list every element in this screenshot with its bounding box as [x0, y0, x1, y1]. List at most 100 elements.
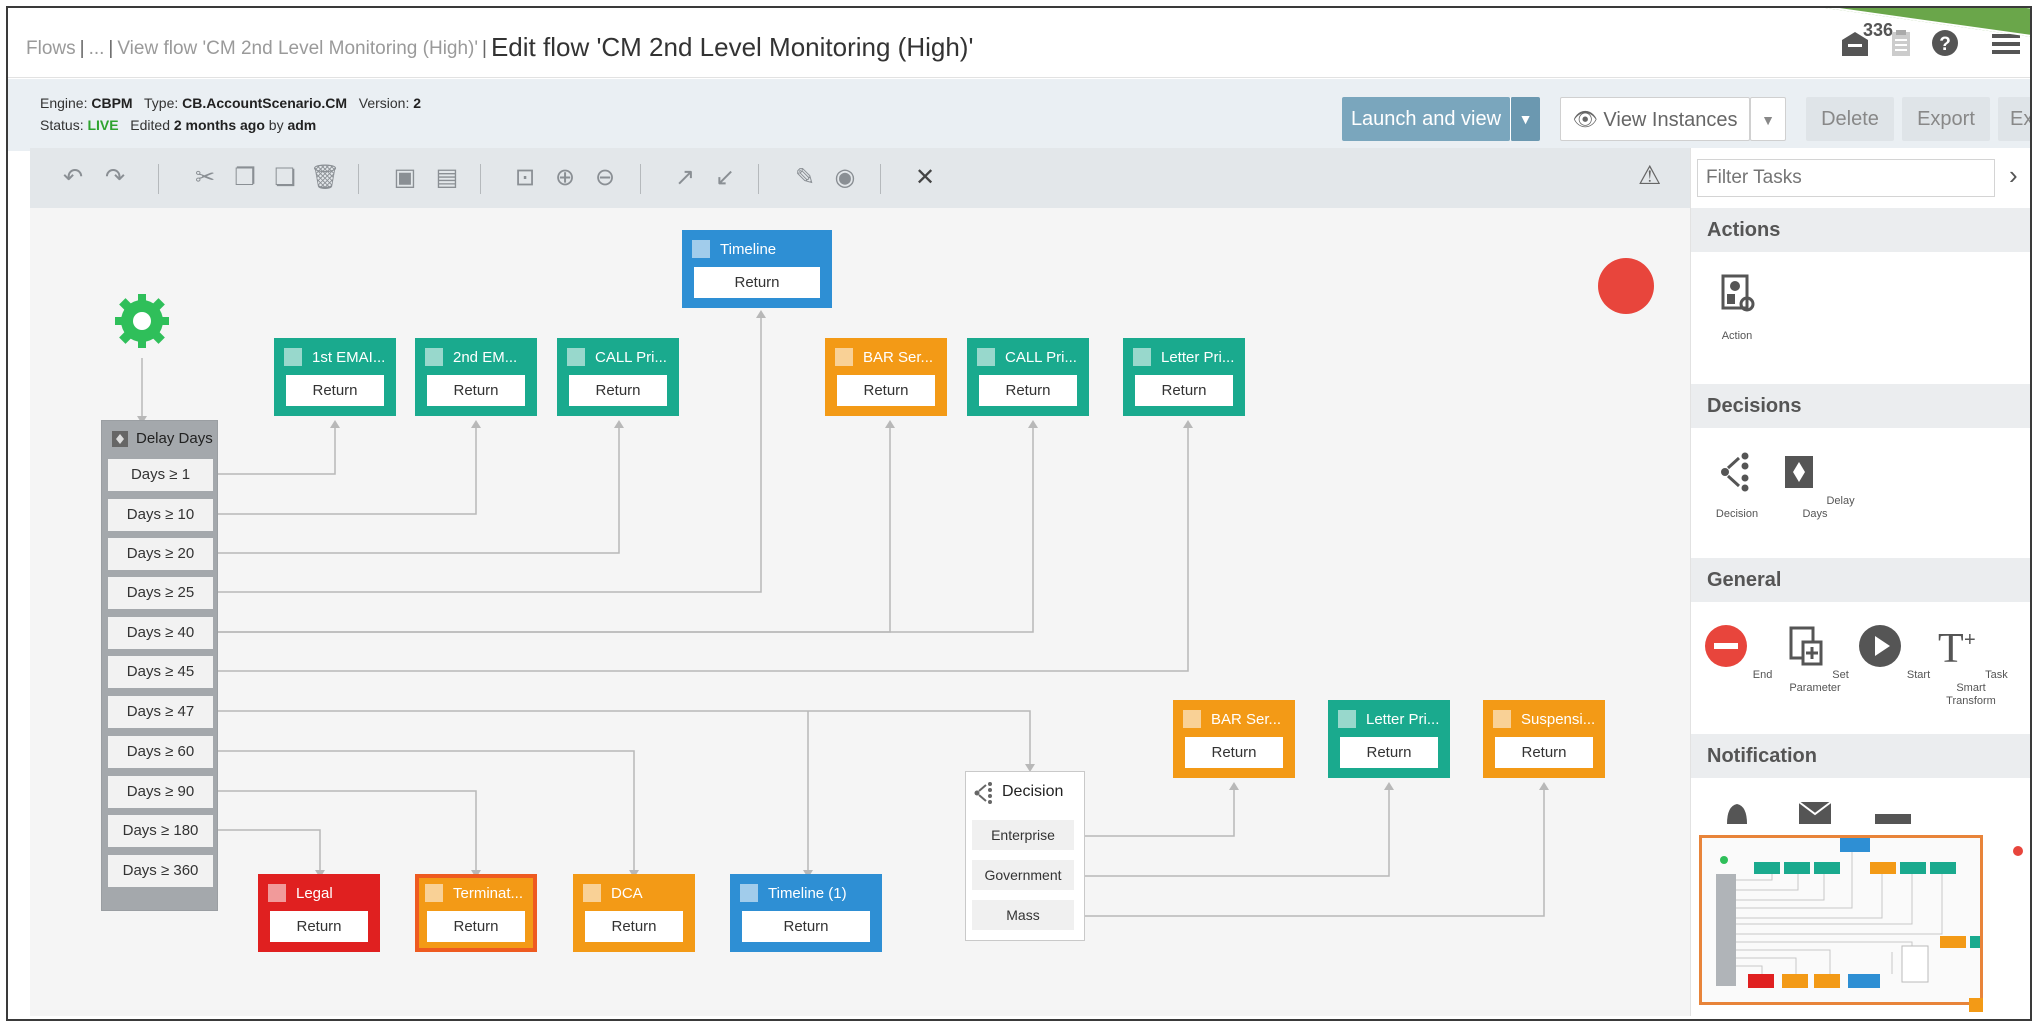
tools-icon[interactable]: ✕: [910, 161, 940, 195]
return-port[interactable]: Return: [569, 375, 667, 406]
warning-icon[interactable]: ⚠: [1638, 160, 1661, 191]
bar-service-1-node[interactable]: BAR Ser... Return: [825, 338, 947, 416]
redo-icon[interactable]: ↷: [100, 161, 130, 195]
flow-canvas[interactable]: Timeline Return 1st EMAI... Return 2nd E…: [30, 208, 1690, 1016]
node-title: Legal: [296, 885, 333, 902]
return-port[interactable]: Return: [270, 911, 368, 942]
return-port[interactable]: Return: [427, 375, 525, 406]
palette-item-notification-other[interactable]: [1853, 808, 1933, 824]
decision-node[interactable]: Decision Enterprise Government Mass: [965, 771, 1085, 941]
end-marker[interactable]: [1598, 258, 1654, 314]
palette-item-delay-days[interactable]: Delay Days: [1775, 448, 1855, 521]
palette-item-decision[interactable]: Decision: [1697, 448, 1777, 521]
duplicate-icon[interactable]: ▣: [390, 161, 420, 195]
palette-item-start[interactable]: Start: [1853, 622, 1933, 682]
palette-item-notification-email[interactable]: [1775, 794, 1855, 824]
delay-branch-days-10[interactable]: Days ≥ 10: [108, 499, 213, 531]
task-icon: [425, 348, 443, 366]
clipboard-icon[interactable]: [1884, 26, 1918, 60]
palette-item-set-parameter[interactable]: Set Parameter: [1775, 622, 1855, 695]
decision-branch-mass[interactable]: Mass: [972, 900, 1074, 930]
delay-branch-days-360[interactable]: Days ≥ 360: [108, 855, 213, 887]
paste-icon[interactable]: ❏: [270, 161, 300, 195]
launch-dropdown-button[interactable]: ▼: [1510, 97, 1540, 141]
email-1-node[interactable]: 1st EMAI... Return: [274, 338, 396, 416]
eye-icon: 👁: [1572, 109, 1598, 131]
call-1-node[interactable]: CALL Pri... Return: [557, 338, 679, 416]
open-external-icon[interactable]: ↗: [670, 161, 700, 195]
section-decisions[interactable]: Decisions: [1691, 384, 2030, 428]
decision-branch-enterprise[interactable]: Enterprise: [972, 820, 1074, 850]
filter-tasks-input[interactable]: [1697, 159, 1995, 197]
decision-branch-government[interactable]: Government: [972, 860, 1074, 890]
delay-branch-days-1[interactable]: Days ≥ 1: [108, 459, 213, 491]
email-2-node[interactable]: 2nd EM... Return: [415, 338, 537, 416]
timeline-node[interactable]: Timeline Return: [682, 230, 832, 308]
section-general[interactable]: General: [1691, 558, 2030, 602]
breadcrumb-view-flow-link[interactable]: View flow 'CM 2nd Level Monitoring (High…: [117, 38, 478, 59]
return-port[interactable]: Return: [1135, 375, 1233, 406]
breadcrumb-ellipsis-link[interactable]: ...: [89, 38, 105, 59]
undo-icon[interactable]: ↶: [58, 161, 88, 195]
letter-2-node[interactable]: Letter Pri... Return: [1328, 700, 1450, 778]
call-2-node[interactable]: CALL Pri... Return: [967, 338, 1089, 416]
return-port[interactable]: Return: [427, 911, 525, 942]
copy-icon[interactable]: ❐: [230, 161, 260, 195]
palette-item-action[interactable]: Action: [1697, 270, 1777, 343]
delay-branch-days-180[interactable]: Days ≥ 180: [108, 815, 213, 847]
chevron-right-icon[interactable]: ›: [2009, 160, 2018, 191]
dca-node[interactable]: DCA Return: [573, 874, 695, 952]
bar-service-2-node[interactable]: BAR Ser... Return: [1173, 700, 1295, 778]
legal-node[interactable]: Legal Return: [258, 874, 380, 952]
return-port[interactable]: Return: [742, 911, 870, 942]
return-port[interactable]: Return: [694, 267, 820, 298]
delay-branch-days-25[interactable]: Days ≥ 25: [108, 577, 213, 609]
start-gear-icon[interactable]: [114, 293, 170, 349]
return-port[interactable]: Return: [979, 375, 1077, 406]
clipboard-paste-icon[interactable]: ▤: [432, 161, 462, 195]
delay-branch-days-47[interactable]: Days ≥ 47: [108, 696, 213, 728]
delete-button[interactable]: Delete: [1806, 97, 1894, 141]
exit-button[interactable]: Exi: [1998, 97, 2030, 141]
edit-icon[interactable]: ✎: [790, 161, 820, 195]
termination-node[interactable]: Terminat... Return: [415, 874, 537, 952]
delay-branch-days-20[interactable]: Days ≥ 20: [108, 538, 213, 570]
breadcrumb-flows-link[interactable]: Flows: [26, 38, 76, 59]
status-badge: LIVE: [87, 117, 119, 133]
suspension-node[interactable]: Suspensi... Return: [1483, 700, 1605, 778]
delete-icon[interactable]: 🗑: [310, 161, 340, 195]
return-port[interactable]: Return: [1495, 737, 1593, 768]
delay-branch-days-45[interactable]: Days ≥ 45: [108, 656, 213, 688]
return-port[interactable]: Return: [1340, 737, 1438, 768]
import-icon[interactable]: ↙: [710, 161, 740, 195]
minimap-resize-handle[interactable]: [1969, 998, 1983, 1012]
view-instances-dropdown-button[interactable]: ▼: [1750, 97, 1786, 141]
cut-icon[interactable]: ✂: [190, 161, 220, 195]
return-port[interactable]: Return: [286, 375, 384, 406]
return-port[interactable]: Return: [585, 911, 683, 942]
zoom-out-icon[interactable]: ⊖: [590, 161, 620, 195]
timeline-1-node[interactable]: Timeline (1) Return: [730, 874, 882, 952]
export-button[interactable]: Export: [1902, 97, 1990, 141]
return-port[interactable]: Return: [837, 375, 935, 406]
section-notification[interactable]: Notification: [1691, 734, 2030, 778]
letter-1-node[interactable]: Letter Pri... Return: [1123, 338, 1245, 416]
palette-item-notification-bell[interactable]: [1697, 800, 1777, 824]
launch-and-view-button[interactable]: Launch and view: [1342, 97, 1510, 141]
palette-item-end[interactable]: End: [1697, 622, 1777, 682]
minimap[interactable]: [1699, 835, 1983, 1005]
delay-branch-days-60[interactable]: Days ≥ 60: [108, 736, 213, 768]
fit-to-screen-icon[interactable]: ⊡: [510, 161, 540, 195]
delay-days-node[interactable]: Delay Days Days ≥ 1 Days ≥ 10 Days ≥ 20 …: [101, 420, 218, 911]
node-title: 2nd EM...: [453, 349, 518, 366]
section-actions[interactable]: Actions: [1691, 208, 2030, 252]
zoom-in-icon[interactable]: ⊕: [550, 161, 580, 195]
node-title: Letter Pri...: [1366, 711, 1440, 728]
preview-eye-icon[interactable]: ◉: [830, 161, 860, 195]
return-port[interactable]: Return: [1185, 737, 1283, 768]
delay-branch-days-40[interactable]: Days ≥ 40: [108, 617, 213, 649]
help-icon[interactable]: ?: [1928, 26, 1962, 60]
view-instances-button[interactable]: 👁 View Instances: [1560, 97, 1750, 141]
delay-branch-days-90[interactable]: Days ≥ 90: [108, 776, 213, 808]
palette-item-task-smart-transform[interactable]: T + Task Smart Transform: [1931, 622, 2011, 708]
